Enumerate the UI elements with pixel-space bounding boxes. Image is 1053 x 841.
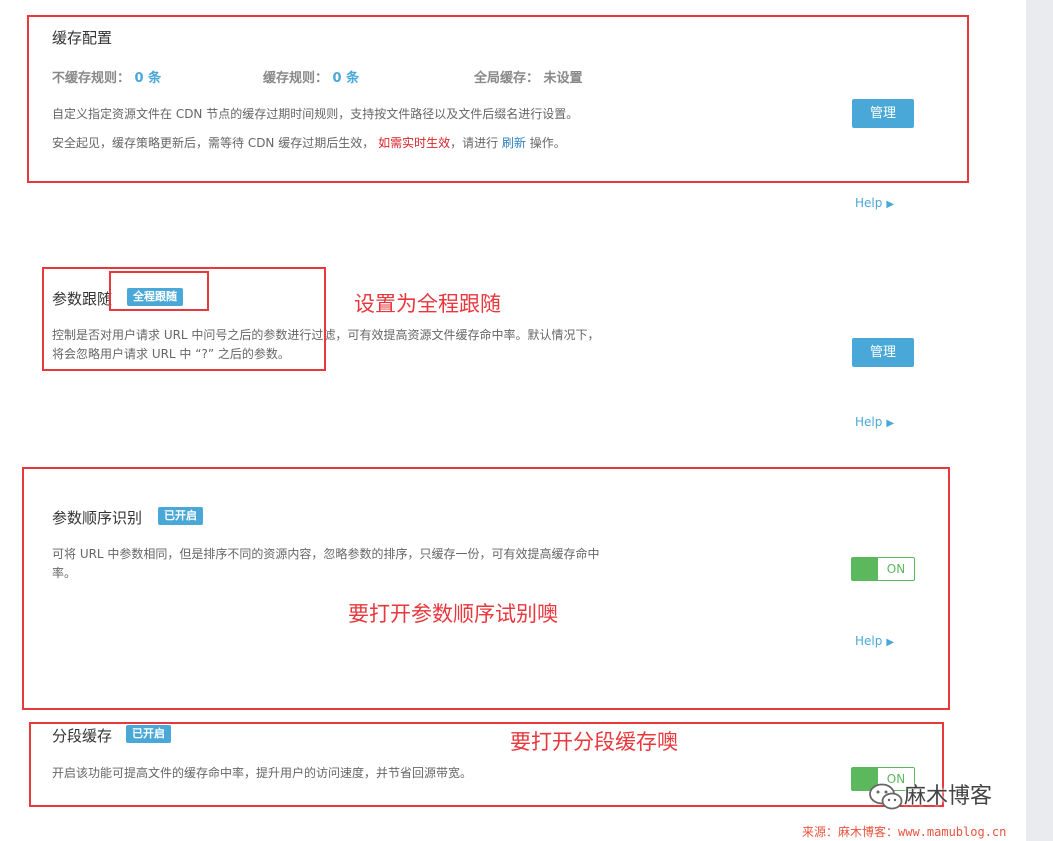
annotation-box-follow-badge	[109, 271, 209, 311]
play-arrow-icon: ▶	[886, 418, 895, 429]
param-follow-manage-button[interactable]: 管理	[852, 338, 914, 367]
param-follow-help-link[interactable]: Help ▶	[855, 415, 894, 429]
watermark-logo: 麻木博客	[868, 778, 992, 812]
annotation-param-follow: 设置为全程跟随	[354, 292, 501, 316]
help-label: Help	[855, 196, 883, 210]
watermark-source: 来源：麻木博客：www.mamublog.cn	[802, 825, 1007, 839]
help-label: Help	[855, 415, 883, 429]
annotation-box-param-order	[22, 467, 950, 710]
scrollbar-track[interactable]	[1026, 0, 1053, 841]
annotation-range-cache: 要打开分段缓存噢	[510, 730, 678, 754]
cache-config-help-link[interactable]: Help ▶	[855, 196, 894, 210]
annotation-box-range-cache	[29, 722, 944, 807]
watermark-logo-text: 麻木博客	[904, 784, 993, 809]
wechat-icon	[868, 782, 904, 812]
play-arrow-icon: ▶	[886, 199, 895, 210]
annotation-box-cache-config	[27, 15, 969, 183]
annotation-param-order: 要打开参数顺序试别噢	[348, 602, 558, 626]
